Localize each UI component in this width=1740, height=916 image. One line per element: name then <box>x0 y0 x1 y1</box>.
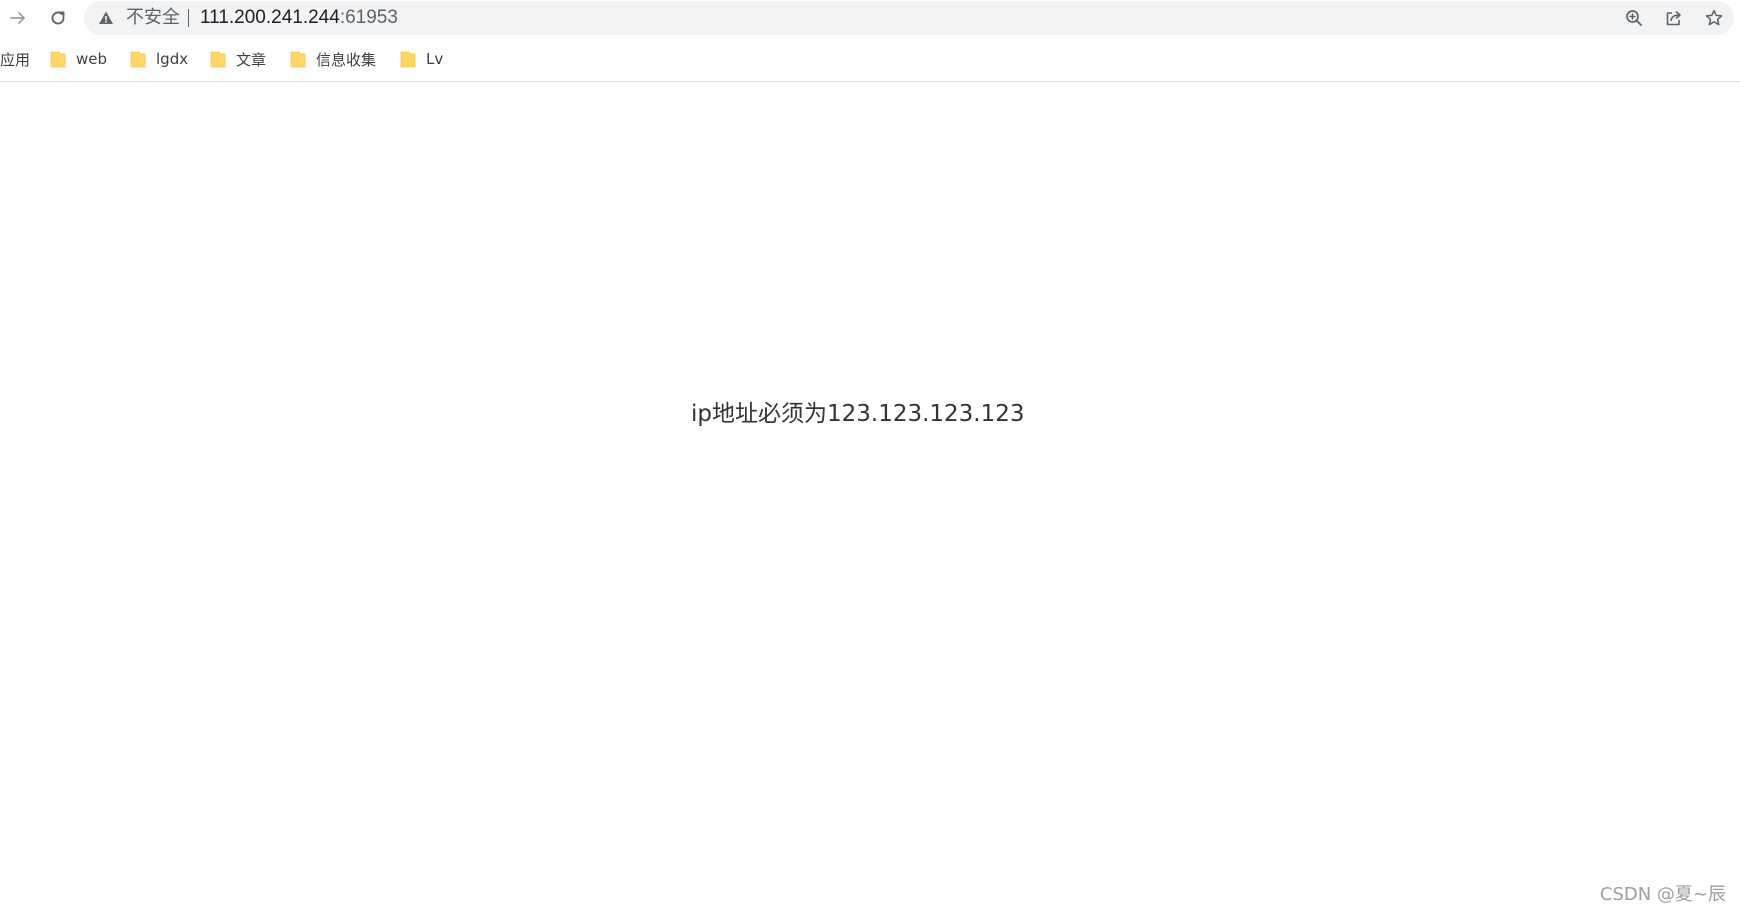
browser-toolbar: 不安全 111.200.241.244:61953 <box>0 0 1740 36</box>
bookmark-label: 文章 <box>236 50 267 69</box>
url-text[interactable]: 111.200.241.244:61953 <box>200 8 398 28</box>
security-status-label[interactable]: 不安全 <box>126 8 180 28</box>
bookmark-star-button[interactable] <box>1702 6 1726 30</box>
address-bar[interactable]: 不安全 111.200.241.244:61953 <box>84 1 1734 35</box>
bookmark-folder-articles[interactable]: 文章 <box>210 48 266 70</box>
bookmark-label: web <box>76 50 108 68</box>
url-port: :61953 <box>339 7 398 28</box>
bookmarks-apps-shortcut[interactable]: 应用 <box>0 49 30 70</box>
reload-icon <box>51 11 65 25</box>
csdn-watermark: CSDN @夏~辰 <box>1599 884 1726 905</box>
share-button[interactable] <box>1662 6 1686 30</box>
forward-button[interactable] <box>4 4 32 32</box>
warning-icon[interactable] <box>98 10 114 26</box>
folder-icon <box>210 51 226 68</box>
zoom-button[interactable] <box>1622 6 1646 30</box>
bookmark-label: lgdx <box>156 50 189 68</box>
folder-icon <box>130 51 146 68</box>
bookmark-folder-info-gathering[interactable]: 信息收集 <box>290 48 376 70</box>
bookmark-folder-web[interactable]: web <box>50 48 107 70</box>
bookmarks-bar: 应用 web lgdx 文章 信息收集 Lv <box>0 42 1740 76</box>
reload-button[interactable] <box>44 4 72 32</box>
address-separator <box>188 9 189 27</box>
folder-icon <box>50 51 66 68</box>
star-icon <box>1705 9 1723 26</box>
folder-icon <box>400 51 416 68</box>
share-icon <box>1666 11 1681 26</box>
url-host: 111.200.241.244 <box>200 7 340 28</box>
zoom-in-icon <box>1626 10 1642 26</box>
ip-requirement-message: ip地址必须为123.123.123.123 <box>691 401 1025 427</box>
bookmark-label: 信息收集 <box>316 50 377 69</box>
bookmark-folder-lgdx[interactable]: lgdx <box>130 48 188 70</box>
bookmark-label: Lv <box>426 50 444 68</box>
folder-icon <box>290 51 306 68</box>
bookmark-folder-lv[interactable]: Lv <box>400 48 443 70</box>
arrow-right-icon <box>10 12 25 24</box>
page-content: ip地址必须为123.123.123.123 CSDN @夏~辰 <box>0 82 1740 916</box>
